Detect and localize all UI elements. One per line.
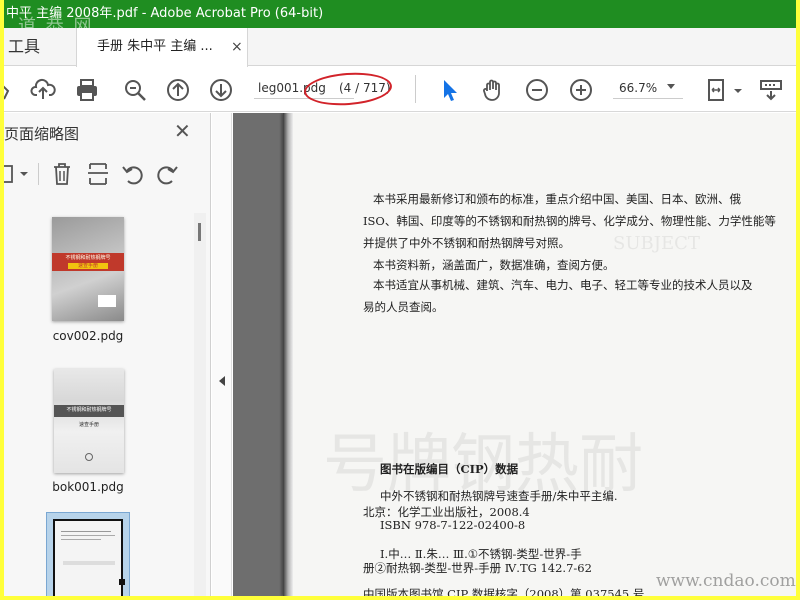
cover-barcode (98, 295, 116, 307)
page-thumbnails-panel: 页面缩略图 ✕ 不锈钢和耐热钢牌号 速查手册 cov002.pdg 不锈钢和耐热… (4, 113, 211, 596)
thumbnail-title-page[interactable]: 不锈钢和耐热钢牌号 速查手册 (54, 369, 124, 473)
extract-pages-icon[interactable] (86, 161, 110, 187)
panel-collapse-handle[interactable] (212, 113, 232, 596)
star-icon[interactable] (4, 77, 24, 103)
page-fit-icon[interactable] (704, 77, 730, 103)
scrollbar-thumb[interactable] (198, 223, 201, 241)
para2-line: 本书资料新，涵盖面广，数据准确，查阅方便。 (373, 258, 615, 272)
para3-line: 本书适宜从事机械、建筑、汽车、电力、电子、轻工等专业的技术人员以及 (373, 278, 753, 292)
keyboard-tool-icon[interactable] (758, 77, 784, 103)
panel-title: 页面缩略图 (4, 125, 80, 143)
para1-line: 本书采用最新修订和颁布的标准，重点介绍中国、美国、日本、欧洲、俄 (373, 192, 741, 206)
tab-bar: 工具 手册 朱中平 主编 ... × (4, 28, 796, 67)
toolbar-divider (415, 75, 416, 103)
page-options-icon[interactable] (4, 161, 34, 187)
cover-subtitle: 速查手册 (68, 263, 108, 269)
zoom-in-icon[interactable] (568, 77, 594, 103)
thumbnail-current-page (53, 519, 125, 596)
rotate-left-icon[interactable] (120, 161, 146, 187)
rotate-right-icon[interactable] (154, 161, 180, 187)
cip-line: 册②耐热钢-类型-世界-手册 Ⅳ.TG 142.7-62 (363, 561, 592, 575)
annotation-ellipse (302, 69, 394, 109)
thumbnail-scrollbar[interactable] (194, 213, 206, 596)
cip-line: ISBN 978-7-122-02400-8 (380, 518, 526, 532)
title-page-title: 不锈钢和耐热钢牌号 (66, 407, 112, 413)
select-cursor-icon[interactable] (436, 77, 462, 103)
cover-title: 不锈钢和耐热钢牌号 (65, 255, 111, 261)
toolbar: leg001.pdg (4 / 717) 66.7% (4, 67, 796, 112)
zoom-out-icon[interactable] (524, 77, 550, 103)
app-window: 中平 主编 2008年.pdf - Adobe Acrobat Pro (64-… (4, 0, 796, 596)
para3-line: 易的人员查阅。 (363, 300, 444, 314)
toolbar-divider (38, 163, 39, 185)
publisher-logo-icon (85, 453, 93, 461)
next-page-icon[interactable] (208, 77, 234, 103)
previous-page-icon[interactable] (165, 77, 191, 103)
hand-tool-icon[interactable] (480, 77, 506, 103)
show-through-text: SUBJECT (613, 233, 700, 254)
para1-line: ISO、韩国、印度等的不锈钢和耐热钢的牌号、化学成分、物理性能、力学性能等 (363, 214, 776, 228)
chevron-down-icon[interactable] (667, 84, 675, 89)
watermark-bottom: www.cndao.com (656, 571, 796, 591)
delete-icon[interactable] (50, 161, 74, 187)
pdf-page: 号牌钢热耐 SUBJECT 本书采用最新修订和颁布的标准，重点介绍中国、美国、日… (283, 113, 796, 596)
thumbnail-cover[interactable]: 不锈钢和耐热钢牌号 速查手册 (52, 217, 124, 321)
thumbnail-toolbar (4, 159, 211, 191)
tab-document[interactable]: 手册 朱中平 主编 ... × (76, 28, 248, 67)
tab-tools[interactable]: 工具 (4, 28, 76, 66)
zoom-search-icon[interactable] (122, 77, 148, 103)
close-tab-icon[interactable]: × (231, 28, 243, 66)
thumbnail-list: 不锈钢和耐热钢牌号 速查手册 cov002.pdg 不锈钢和耐热钢牌号 速查手册… (4, 205, 211, 596)
chevron-down-icon[interactable] (731, 77, 757, 103)
cip-heading: 图书在版编目（CIP）数据 (380, 462, 519, 476)
para1-line: 并提供了中外不锈钢和耐热钢牌号对照。 (363, 236, 570, 250)
close-panel-icon[interactable]: ✕ (174, 119, 191, 143)
upload-cloud-icon[interactable] (30, 77, 56, 103)
page-binding-shadow (283, 113, 293, 596)
thumbnail-label: cov002.pdg (52, 329, 124, 343)
chevron-left-icon[interactable] (219, 376, 225, 386)
document-view[interactable]: 号牌钢热耐 SUBJECT 本书采用最新修订和颁布的标准，重点介绍中国、美国、日… (233, 113, 796, 596)
thumbnail-label: bok001.pdg (52, 480, 124, 494)
print-icon[interactable] (74, 77, 100, 103)
thumbnail-selected-highlight[interactable] (46, 512, 130, 596)
window-title: 中平 主编 2008年.pdf - Adobe Acrobat Pro (64-… (4, 0, 796, 28)
cip-line: 中国版本图书馆 CIP 数据核字（2008）第 037545 号 (363, 587, 645, 596)
title-page-subtitle: 速查手册 (78, 422, 99, 428)
cip-line: 中外不锈钢和耐热钢牌号速查手册/朱中平主编. (380, 489, 618, 503)
tab-document-label: 手册 朱中平 主编 ... (97, 39, 213, 54)
